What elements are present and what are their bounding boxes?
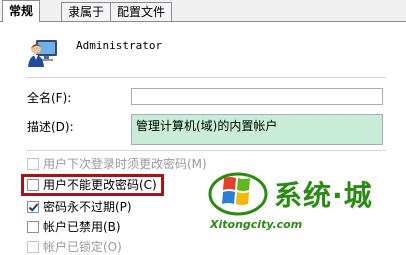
tab-general[interactable]: 常规 (2, 0, 41, 22)
divider-middle (26, 150, 386, 151)
windows-logo-icon (208, 172, 268, 216)
checkbox-label: 帐户已锁定(O) (43, 240, 122, 254)
checkbox-label: 密码永不过期(P) (43, 200, 132, 214)
divider-top (26, 77, 386, 78)
tab-strip: 常规 隶属于 配置文件 (0, 0, 406, 22)
tab-profile[interactable]: 配置文件 (110, 2, 173, 21)
full-name-label: 全名(F): (27, 91, 72, 105)
user-name: Administrator (76, 39, 163, 52)
checkbox-box[interactable] (27, 201, 39, 213)
checkbox-label: 帐户已禁用(B) (43, 220, 121, 234)
full-name-field[interactable] (131, 88, 383, 105)
user-computer-icon (28, 40, 57, 67)
checkbox-account-locked[interactable]: 帐户已锁定(O) (27, 239, 122, 255)
description-label: 描述(D): (27, 120, 74, 134)
description-field[interactable]: 管理计算机(域)的内置帐户 (131, 114, 383, 145)
watermark-brand: 系统·城 (274, 179, 373, 212)
checkbox-must-change-password[interactable]: 用户下次登录时须更改密码(M) (27, 156, 207, 172)
tab-member-of[interactable]: 隶属于 (61, 2, 112, 21)
watermark: 系统·城 Xitongcity.com (208, 168, 398, 238)
checkbox-password-never-expires[interactable]: 密码永不过期(P) (27, 199, 132, 215)
checkbox-box[interactable] (27, 158, 39, 170)
checkbox-box[interactable] (27, 241, 39, 253)
checkbox-label: 用户下次登录时须更改密码(M) (43, 157, 207, 171)
checkbox-box[interactable] (27, 221, 39, 233)
checkbox-account-disabled[interactable]: 帐户已禁用(B) (27, 219, 121, 235)
watermark-url: Xitongcity.com (210, 218, 303, 231)
highlight-box (21, 174, 164, 196)
